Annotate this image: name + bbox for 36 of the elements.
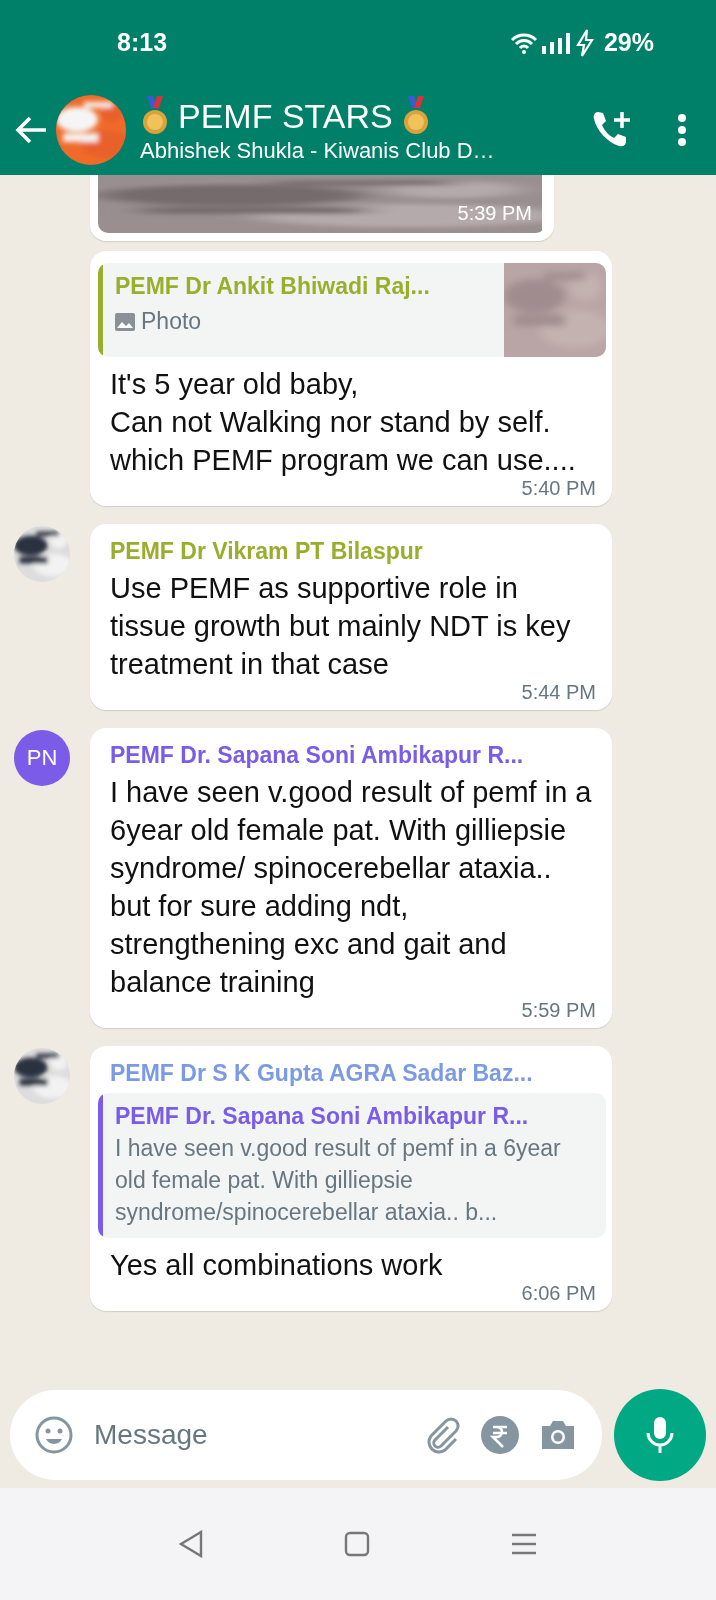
nav-back-icon[interactable]: [178, 1530, 204, 1558]
group-members: Abhishek Shukla - Kiwanis Club D…: [140, 138, 496, 164]
signal-icon: [541, 31, 572, 54]
rupee-payment-icon[interactable]: [480, 1415, 520, 1455]
sender-name: PEMF Dr. Sapana Soni Ambikapur R...: [110, 742, 525, 769]
quoted-sender: PEMF Dr. Sapana Soni Ambikapur R...: [115, 1103, 530, 1130]
sender-name: PEMF Dr S K Gupta AGRA Sadar Baz...: [110, 1060, 534, 1087]
back-arrow-icon[interactable]: [14, 115, 48, 145]
sender-name: PEMF Dr Vikram PT Bilaspur: [110, 538, 424, 565]
message-time: 5:44 PM: [520, 681, 596, 703]
message-input-field[interactable]: Message: [92, 1418, 404, 1452]
medal-icon: [140, 96, 170, 136]
message-text: It's 5 year old baby, Can not Walking nor stand by self. which PEMF program we can use....: [110, 367, 577, 478]
nav-menu-icon[interactable]: [510, 1532, 538, 1556]
quoted-message[interactable]: PEMF Dr Ankit Bhiwadi Raj... Photo: [98, 263, 606, 357]
message-text: I have seen v.good result of pemf in a 6year old female pat. With gilliepsie syndrome/ spinocerebellar ataxia.. but for sure adding ndt, strengthening exc and gait and balance training: [110, 775, 593, 1000]
group-title: PEMF STARS: [178, 96, 393, 136]
quoted-sender: PEMF Dr Ankit Bhiwadi Raj...: [115, 273, 431, 300]
emoji-icon[interactable]: [34, 1415, 74, 1455]
initials-avatar: PN: [14, 730, 70, 786]
photo-label: Photo: [141, 308, 202, 335]
message-time: 5:39 PM: [457, 202, 532, 225]
clock-time: 8:13: [117, 28, 168, 57]
message-text: Yes all combinations work: [110, 1248, 444, 1283]
photo-icon: [115, 312, 135, 331]
quoted-text: I have seen v.good result of pemf in a 6year old female pat. With gilliepsie syndrome/spinocerebellar ataxia.. b...: [115, 1134, 562, 1227]
nav-home-icon[interactable]: [344, 1531, 370, 1557]
battery-level: 29%: [603, 28, 654, 57]
message-time: 5:40 PM: [520, 477, 596, 499]
message-text: Use PEMF as supportive role in tissue growth but mainly NDT is key treatment in that case: [110, 571, 572, 682]
quoted-message[interactable]: PEMF Dr. Sapana Soni Ambikapur R... I have seen v.good result of pemf in a 6year old female pat. With gilliepsie syndrome/spinocerebellar ataxia.. b...: [98, 1093, 606, 1238]
message-time: 6:06 PM: [520, 1282, 596, 1304]
charging-bolt-icon: [575, 28, 594, 57]
microphone-icon: [645, 1415, 675, 1455]
wifi-icon: [509, 31, 538, 54]
message-time: 5:59 PM: [520, 999, 596, 1021]
